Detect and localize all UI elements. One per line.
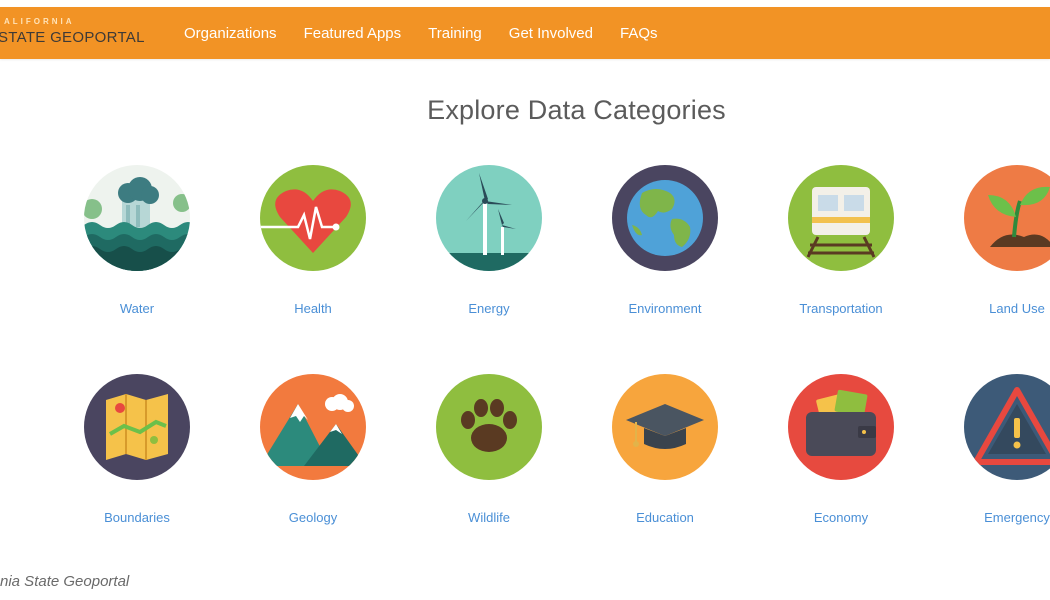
nav-organizations[interactable]: Organizations: [184, 25, 277, 42]
logo-subtext: ALIFORNIA: [4, 17, 75, 26]
nav-training[interactable]: Training: [428, 25, 482, 42]
logo-text: STATE GEOPORTAL: [0, 29, 145, 46]
top-nav-bar: ALIFORNIA STATE GEOPORTAL Organizations …: [0, 7, 1050, 59]
category-label[interactable]: Wildlife: [409, 510, 569, 525]
nav-faqs[interactable]: FAQs: [620, 25, 658, 42]
category-label[interactable]: Boundaries: [57, 510, 217, 525]
train-icon[interactable]: [788, 165, 894, 271]
wallet-icon[interactable]: [788, 374, 894, 480]
category-label[interactable]: Transportation: [761, 301, 921, 316]
paw-print-icon[interactable]: [436, 374, 542, 480]
map-icon[interactable]: [84, 374, 190, 480]
heart-icon[interactable]: [260, 165, 366, 271]
category-label[interactable]: Geology: [233, 510, 393, 525]
nav-featured-apps[interactable]: Featured Apps: [304, 25, 402, 42]
globe-icon[interactable]: [612, 165, 718, 271]
wind-turbine-icon[interactable]: [436, 165, 542, 271]
page-title: Explore Data Categories: [427, 95, 726, 125]
water-icon[interactable]: [84, 165, 190, 271]
category-label[interactable]: Emergency: [937, 510, 1050, 525]
image-caption: nia State Geoportal: [0, 573, 130, 590]
category-label[interactable]: Land Use: [937, 301, 1050, 316]
category-label[interactable]: Water: [57, 301, 217, 316]
category-label[interactable]: Economy: [761, 510, 921, 525]
site-logo[interactable]: ALIFORNIA STATE GEOPORTAL: [0, 13, 160, 53]
sprout-icon[interactable]: [964, 165, 1050, 271]
nav-get-involved[interactable]: Get Involved: [509, 25, 593, 42]
category-label[interactable]: Environment: [585, 301, 745, 316]
category-label[interactable]: Health: [233, 301, 393, 316]
mountain-icon[interactable]: [260, 374, 366, 480]
category-label[interactable]: Education: [585, 510, 745, 525]
main-nav: Organizations Featured Apps Training Get…: [184, 7, 685, 59]
category-label[interactable]: Energy: [409, 301, 569, 316]
graduation-cap-icon[interactable]: [612, 374, 718, 480]
warning-icon[interactable]: [964, 374, 1050, 480]
